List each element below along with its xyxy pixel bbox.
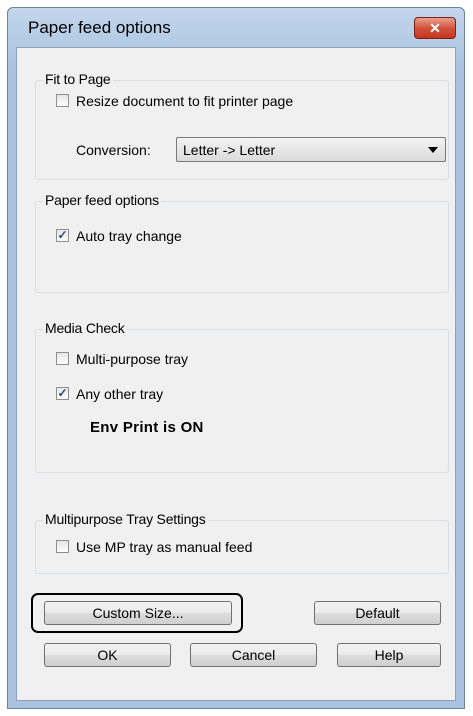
title-bar[interactable]: Paper feed options ✕ [8,8,464,48]
auto-tray-checkbox-label: Auto tray change [76,228,182,244]
chevron-down-icon [428,147,438,153]
close-icon: ✕ [429,20,441,36]
custom-size-button[interactable]: Custom Size... [44,601,232,625]
env-print-status: Env Print is ON [90,419,204,436]
fit-to-page-group-label: Fit to Page [43,71,113,87]
close-button[interactable]: ✕ [414,17,456,39]
paper-feed-group-label: Paper feed options [43,192,161,208]
multi-purpose-checkbox-label: Multi-purpose tray [76,351,189,367]
checkmark-icon: ✓ [57,228,68,242]
resize-checkbox-label: Resize document to fit printer page [76,93,294,109]
mp-tray-group-label: Multipurpose Tray Settings [43,511,208,527]
window-title: Paper feed options [28,18,171,37]
manual-feed-checkbox[interactable] [56,540,69,553]
conversion-select[interactable]: Letter -> Letter [176,137,446,162]
resize-checkbox[interactable] [56,94,69,107]
manual-feed-checkbox-label: Use MP tray as manual feed [76,539,253,555]
fit-to-page-group: Fit to Page Resize document to fit print… [35,71,449,180]
media-check-group-label: Media Check [43,320,127,336]
cancel-button[interactable]: Cancel [190,643,317,667]
auto-tray-checkbox[interactable]: ✓ [56,229,69,242]
checkmark-icon: ✓ [57,386,68,400]
conversion-label: Conversion: [76,142,151,158]
conversion-select-value: Letter -> Letter [183,142,276,158]
default-button[interactable]: Default [314,601,441,625]
mp-tray-group: Multipurpose Tray Settings Use MP tray a… [35,511,449,574]
paper-feed-group: Paper feed options ✓ Auto tray change [35,192,449,293]
any-other-tray-checkbox[interactable]: ✓ [56,387,69,400]
multi-purpose-checkbox[interactable] [56,352,69,365]
media-check-group: Media Check Multi-purpose tray ✓ Any oth… [35,320,449,473]
ok-button[interactable]: OK [44,643,171,667]
any-other-tray-checkbox-label: Any other tray [76,386,164,402]
help-button[interactable]: Help [337,643,441,667]
